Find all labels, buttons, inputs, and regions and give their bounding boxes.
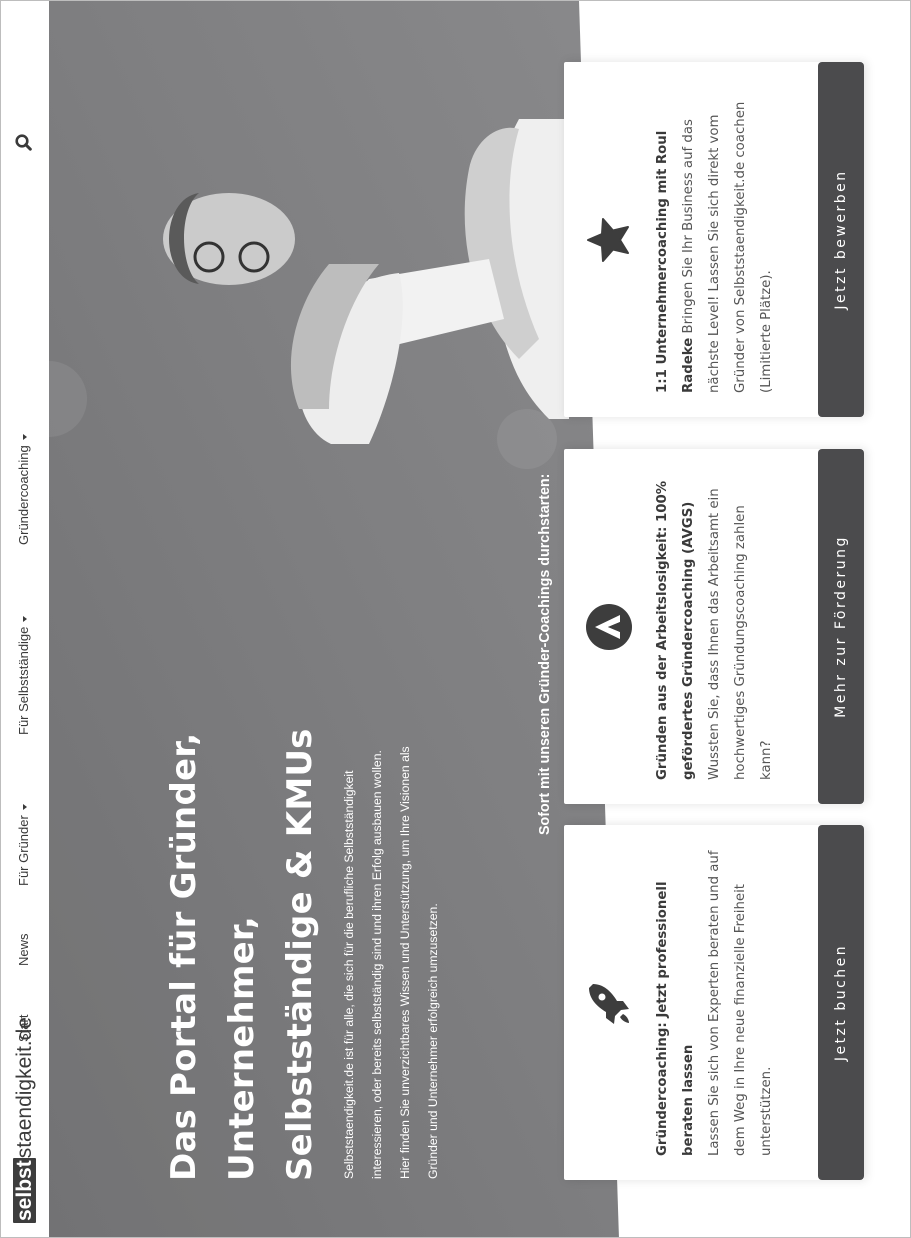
card-button-mehr-zur-foerderung[interactable]: Mehr zur Förderung — [818, 449, 864, 804]
hero-description-line: Gründer und Unternehmer erfolgreich umzu… — [426, 903, 440, 1179]
nav-item-news[interactable]: News — [16, 933, 31, 966]
nav-item-start[interactable]: Start — [16, 1015, 31, 1042]
logo-box-text: selbst — [13, 1158, 36, 1223]
rotated-page: selbststaendigkeit.de Start News Für Grü… — [1, 1, 910, 1237]
nav-item-label: Gründercoaching — [16, 445, 31, 545]
hero-title-line: Unternehmer, — [222, 916, 262, 1181]
card-text: Wussten Sie, dass Ihnen das Arbeitsamt e… — [707, 488, 774, 780]
hero-section: Das Portal für Gründer, Unternehmer, Sel… — [49, 1, 910, 1237]
site-logo[interactable]: selbststaendigkeit.de — [13, 1017, 37, 1223]
arbeitsagentur-logo-icon — [586, 604, 632, 650]
card-title: Gründen aus der Arbeitslosigkeit: 100% g… — [655, 480, 696, 780]
card-body: 1:1 Unternehmercoaching mit Roul Radeke … — [650, 83, 780, 393]
search-icon[interactable] — [14, 132, 34, 152]
nav-item-label: Start — [16, 1014, 31, 1042]
coaching-card-unternehmercoaching: 1:1 Unternehmercoaching mit Roul Radeke … — [564, 62, 864, 417]
hero-description-line: interessieren, oder bereits selbstständi… — [370, 750, 384, 1179]
dropdown-caret-icon — [22, 804, 27, 811]
card-text: Lassen Sie sich von Experten beraten und… — [707, 850, 774, 1156]
card-title: Gründercoaching: Jetzt professionell ber… — [655, 881, 696, 1156]
nav-item-label: News — [16, 933, 31, 966]
nav-item-fuer-selbststaendige[interactable]: Für Selbstständige — [16, 615, 31, 735]
page-viewport: selbststaendigkeit.de Start News Für Grü… — [0, 0, 911, 1238]
coaching-section-heading: Sofort mit unseren Gründer-Coachings dur… — [537, 473, 553, 835]
nav-item-fuer-gruender[interactable]: Für Gründer — [16, 804, 31, 886]
rocket-icon — [589, 984, 629, 1024]
hero-title: Das Portal für Gründer, Unternehmer, Sel… — [155, 661, 329, 1181]
site-header: selbststaendigkeit.de Start News Für Grü… — [1, 1, 49, 1237]
coaching-card-gruendercoaching: Gründercoaching: Jetzt professionell ber… — [564, 825, 864, 1180]
nav-item-label: Für Selbstständige — [16, 626, 31, 735]
card-button-jetzt-buchen[interactable]: Jetzt buchen — [818, 825, 864, 1180]
hero-description-line: Selbststaendigkeit.de ist für alle, die … — [342, 770, 356, 1179]
nav-item-label: Für Gründer — [16, 815, 31, 886]
hero-title-line: Selbstständige & KMUs — [280, 728, 320, 1181]
card-button-jetzt-bewerben[interactable]: Jetzt bewerben — [818, 62, 864, 417]
nav-item-gruendercoaching[interactable]: Gründercoaching — [16, 434, 31, 545]
hero-description-line: Hier finden Sie unverzichtbares Wissen u… — [398, 746, 412, 1179]
star-icon — [587, 218, 629, 262]
coaching-card-avgs: Gründen aus der Arbeitslosigkeit: 100% g… — [564, 449, 864, 804]
card-body: Gründen aus der Arbeitslosigkeit: 100% g… — [650, 470, 780, 780]
dropdown-caret-icon — [22, 434, 27, 441]
hero-description: Selbststaendigkeit.de ist für alle, die … — [335, 569, 447, 1179]
hero-title-line: Das Portal für Gründer, — [164, 732, 204, 1181]
card-body: Gründercoaching: Jetzt professionell ber… — [650, 846, 780, 1156]
dropdown-caret-icon — [22, 615, 27, 622]
